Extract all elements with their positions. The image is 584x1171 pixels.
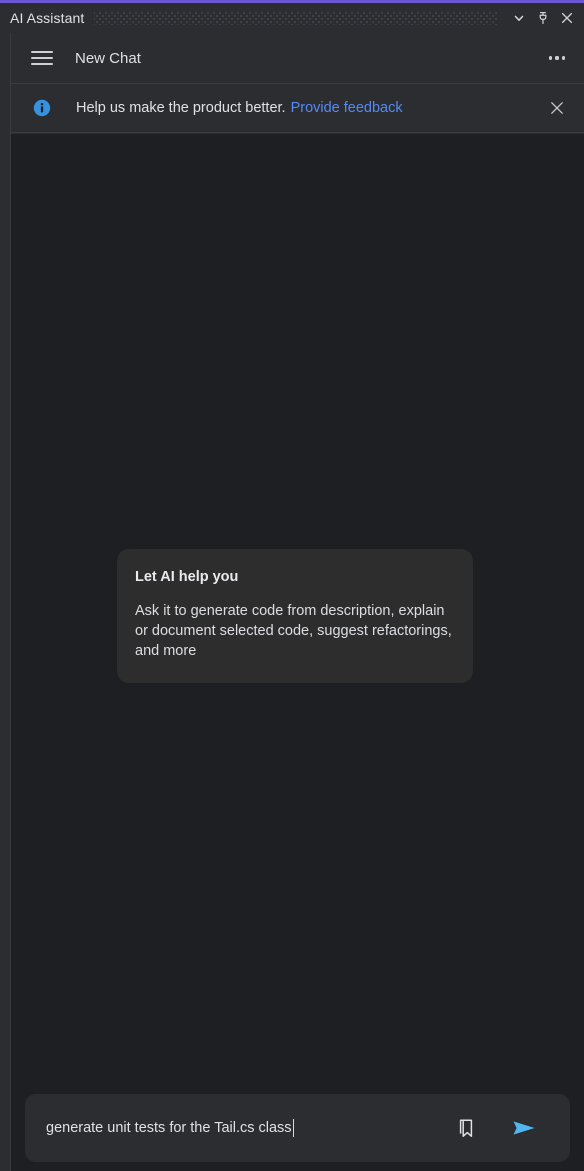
ai-hint-card: Let AI help you Ask it to generate code …	[117, 549, 473, 683]
bookmark-icon[interactable]	[451, 1113, 481, 1143]
tool-window-title: AI Assistant	[10, 10, 85, 26]
titlebar-drag-handle[interactable]	[94, 11, 498, 25]
chat-message-area: Let AI help you Ask it to generate code …	[11, 134, 584, 1085]
ellipsis-icon[interactable]	[544, 45, 570, 71]
text-cursor	[292, 1119, 294, 1137]
banner-close-icon[interactable]	[544, 95, 570, 121]
chat-input-area: generate unit tests for the Tail.cs clas…	[11, 1085, 584, 1171]
hint-card-title: Let AI help you	[135, 569, 239, 585]
chat-input-field[interactable]: generate unit tests for the Tail.cs clas…	[46, 1119, 451, 1137]
provide-feedback-link[interactable]: Provide feedback	[291, 100, 403, 116]
ai-assistant-tool-window: AI Assistant New Chat Help us make the p…	[0, 0, 584, 1171]
banner-message-text: Help us make the product better.	[76, 100, 286, 116]
banner-message: Help us make the product better. Provide …	[76, 100, 403, 116]
chat-input-value: generate unit tests for the Tail.cs clas…	[46, 1120, 292, 1136]
tool-window-titlebar: AI Assistant	[0, 3, 584, 33]
titlebar-actions	[508, 7, 578, 29]
pin-icon[interactable]	[532, 7, 554, 29]
hint-card-body: Ask it to generate code from description…	[135, 603, 452, 659]
tool-window-left-rail	[0, 33, 11, 1171]
chevron-down-icon[interactable]	[508, 7, 530, 29]
feedback-banner: Help us make the product better. Provide …	[11, 83, 584, 133]
chat-toolbar: New Chat	[11, 33, 584, 83]
chat-input-actions	[451, 1113, 539, 1143]
close-icon[interactable]	[556, 7, 578, 29]
info-icon	[31, 97, 53, 119]
chat-input-box[interactable]: generate unit tests for the Tail.cs clas…	[25, 1094, 570, 1162]
hamburger-menu-icon[interactable]	[31, 46, 55, 70]
send-icon[interactable]	[509, 1113, 539, 1143]
chat-title: New Chat	[75, 49, 141, 67]
